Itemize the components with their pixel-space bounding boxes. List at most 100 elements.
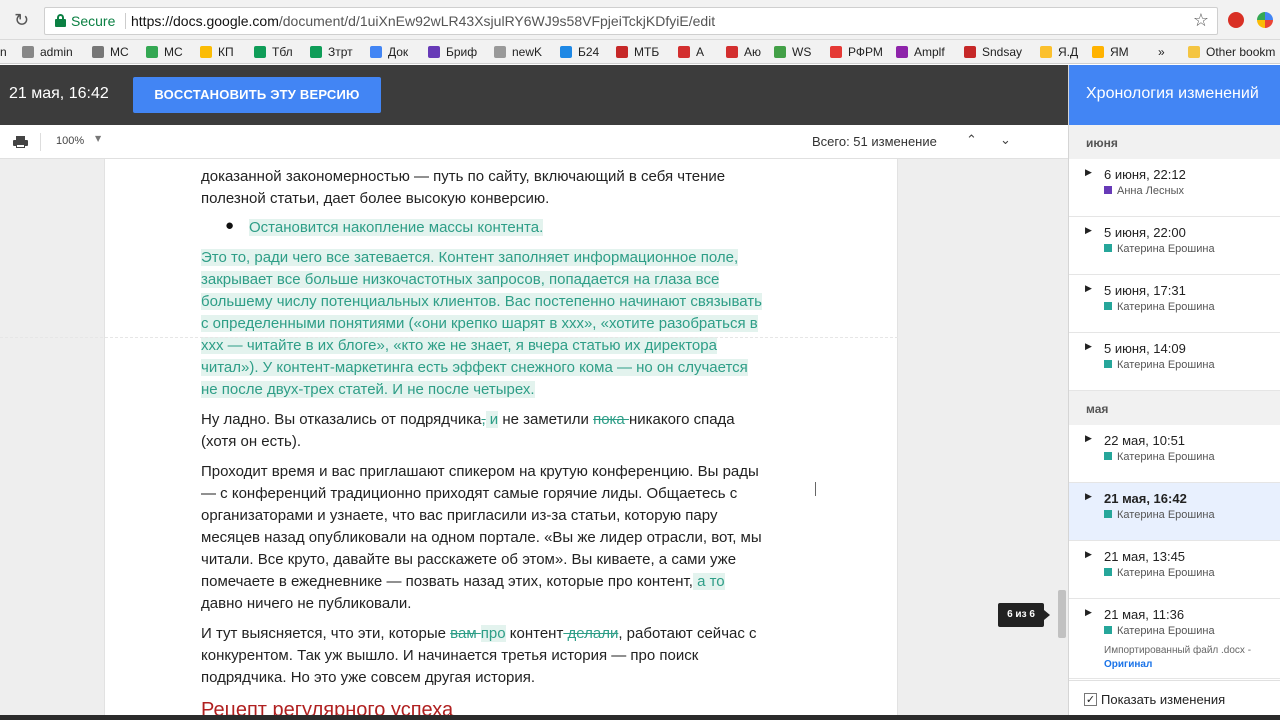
revision-author: Катерина Ерошина (1104, 451, 1215, 463)
show-changes-label[interactable]: Показать изменения (1101, 692, 1225, 707)
month-header: июня (1069, 125, 1280, 159)
extension-icon[interactable] (1228, 12, 1244, 28)
browser-toolbar: ↻ Secure https://docs.google.com/documen… (0, 0, 1280, 40)
bookmark-item[interactable]: КП (200, 44, 234, 60)
lock-icon (55, 14, 66, 27)
author-name: Катерина Ерошина (1117, 509, 1215, 521)
expand-triangle-icon[interactable]: ▶ (1085, 550, 1092, 560)
print-icon[interactable] (13, 136, 28, 148)
author-color-swatch (1104, 302, 1112, 310)
paragraph-line: большему числу потенциальных клиентов. В… (201, 291, 762, 313)
bookmark-label: admin (40, 45, 73, 59)
bookmark-item[interactable]: МТБ (616, 44, 659, 60)
bookmark-item[interactable]: Amplf (896, 44, 945, 60)
address-bar[interactable]: Secure https://docs.google.com/document/… (44, 7, 1218, 35)
text-run: контент (505, 625, 564, 642)
bookmark-favicon-icon (254, 46, 266, 58)
revision-entry[interactable]: ▶ 5 июня, 22:00 Катерина Ерошина (1069, 217, 1280, 275)
bookmark-label: КП (218, 45, 234, 59)
author-name: Катерина Ерошина (1117, 243, 1215, 255)
show-changes-checkbox[interactable]: ✓ (1084, 693, 1097, 706)
revision-entry[interactable]: ▶ 21 мая, 13:45 Катерина Ерошина (1069, 541, 1280, 599)
revision-entry[interactable]: ▶ 5 июня, 14:09 Катерина Ерошина (1069, 333, 1280, 391)
restore-version-button[interactable]: ВОССТАНОВИТЬ ЭТУ ВЕРСИЮ (133, 77, 381, 113)
bookmark-label: Аю (744, 45, 762, 59)
reload-icon[interactable]: ↻ (14, 12, 32, 30)
expand-triangle-icon[interactable]: ▶ (1085, 608, 1092, 618)
bookmark-item[interactable]: admin (22, 44, 73, 60)
bookmark-item[interactable]: МС (146, 44, 183, 60)
bookmark-label: Sndsay (982, 45, 1023, 59)
chevron-down-icon[interactable]: ▼ (95, 134, 101, 143)
previous-change-icon[interactable]: ⌃ (966, 133, 977, 148)
revision-entry[interactable]: ▶ 21 мая, 16:42 Катерина Ерошина (1069, 483, 1280, 541)
bookmark-item[interactable]: ЯМ (1092, 44, 1129, 60)
bookmark-item[interactable]: Зтрт (310, 44, 353, 60)
document-page[interactable]: доказанной закономерностью — путь по сай… (104, 159, 898, 715)
paragraph-line: (хотя он есть). (201, 433, 301, 450)
expand-triangle-icon[interactable]: ▶ (1085, 492, 1092, 502)
month-header: мая (1069, 391, 1280, 425)
paragraph-line: организаторами и узнаете, что вас пригла… (201, 507, 718, 524)
original-link[interactable]: Оригинал (1104, 659, 1152, 670)
author-color-swatch (1104, 510, 1112, 518)
bookmark-label: Я.Д (1058, 45, 1079, 59)
bookmark-favicon-icon (616, 46, 628, 58)
revision-entry[interactable]: ▶ 6 июня, 22:12 Анна Лесных (1069, 159, 1280, 217)
revision-note: Импортированный файл .docx - (1104, 645, 1252, 656)
bookmark-label: Тбл (272, 45, 293, 59)
zoom-select[interactable]: 100% (56, 135, 84, 147)
paragraph-line: ххх — читайте в их блоге», «кто же не зн… (201, 335, 717, 357)
bookmark-label: МС (164, 45, 183, 59)
bookmark-label: Зтрт (328, 45, 353, 59)
bookmark-item[interactable]: Аю (726, 44, 761, 60)
bookmark-item[interactable]: newK (494, 44, 542, 60)
revision-date: 5 июня, 14:09 (1104, 341, 1186, 356)
author-name: Катерина Ерошина (1117, 451, 1215, 463)
next-change-icon[interactable]: ⌄ (1000, 133, 1011, 148)
bookmark-item[interactable]: Док (370, 44, 408, 60)
author-color-swatch (1104, 452, 1112, 460)
expand-triangle-icon[interactable]: ▶ (1085, 168, 1092, 178)
expand-triangle-icon[interactable]: ▶ (1085, 342, 1092, 352)
paragraph-line: читали. Все круто, давайте вы расскажете… (201, 551, 737, 568)
text-run: помечаете в ежедневнике — позвать назад … (201, 573, 693, 590)
bookmark-item[interactable]: n (0, 44, 7, 60)
bookmark-item[interactable]: Я.Д (1040, 44, 1078, 60)
expand-triangle-icon[interactable]: ▶ (1085, 434, 1092, 444)
bookmark-item[interactable]: РФРМ (830, 44, 883, 60)
star-icon[interactable]: ☆ (1193, 10, 1209, 31)
section-heading: Рецепт регулярного успеха (201, 699, 454, 715)
expand-triangle-icon[interactable]: ▶ (1085, 284, 1092, 294)
bookmark-item[interactable]: Б24 (560, 44, 599, 60)
text-cursor (815, 482, 816, 496)
version-date: 21 мая, 16:42 (9, 85, 109, 102)
bookmark-item[interactable]: А (678, 44, 704, 60)
bookmark-item[interactable]: Sndsay (964, 44, 1022, 60)
bookmark-item[interactable]: WS (774, 44, 811, 60)
bookmark-item[interactable]: » (1158, 44, 1165, 60)
bookmark-item[interactable]: Тбл (254, 44, 293, 60)
url-text[interactable]: https://docs.google.com/document/d/1uiXn… (131, 13, 715, 29)
divider (40, 133, 41, 151)
revision-entry[interactable]: ▶ 21 мая, 11:36 Катерина Ерошина Импортиров… (1069, 599, 1280, 679)
author-color-swatch (1104, 186, 1112, 194)
paragraph-line: подрядчика. Но это уже совсем другая ист… (201, 669, 536, 686)
chrome-account-icon[interactable] (1257, 12, 1273, 28)
bookmark-item[interactable]: МС (92, 44, 129, 60)
bookmark-item[interactable]: Бриф (428, 44, 477, 60)
expand-triangle-icon[interactable]: ▶ (1085, 226, 1092, 236)
bookmark-label: Бриф (446, 45, 478, 59)
divider (125, 13, 126, 29)
text-run: Ну ладно. Вы отказались от подрядчика (201, 411, 482, 428)
url-host: https://docs.google.com (131, 13, 279, 29)
bookmark-label: А (696, 45, 705, 59)
paragraph-line: Ну ладно. Вы отказались от подрядчика, и… (201, 409, 735, 431)
scrollbar-thumb[interactable] (1058, 590, 1066, 638)
revision-entry[interactable]: ▶ 5 июня, 17:31 Катерина Ерошина (1069, 275, 1280, 333)
revision-entry[interactable]: ▶ 22 мая, 10:51 Катерина Ерошина (1069, 425, 1280, 483)
deleted-text: вам (450, 625, 481, 642)
revision-list[interactable]: июня ▶ 6 июня, 22:12 Анна Лесных ▶ 5 июня, 22… (1069, 125, 1280, 680)
text-run: И тут выясняется, что эти, которые (201, 625, 451, 642)
bookmark-item[interactable]: Other bookm (1188, 44, 1275, 60)
